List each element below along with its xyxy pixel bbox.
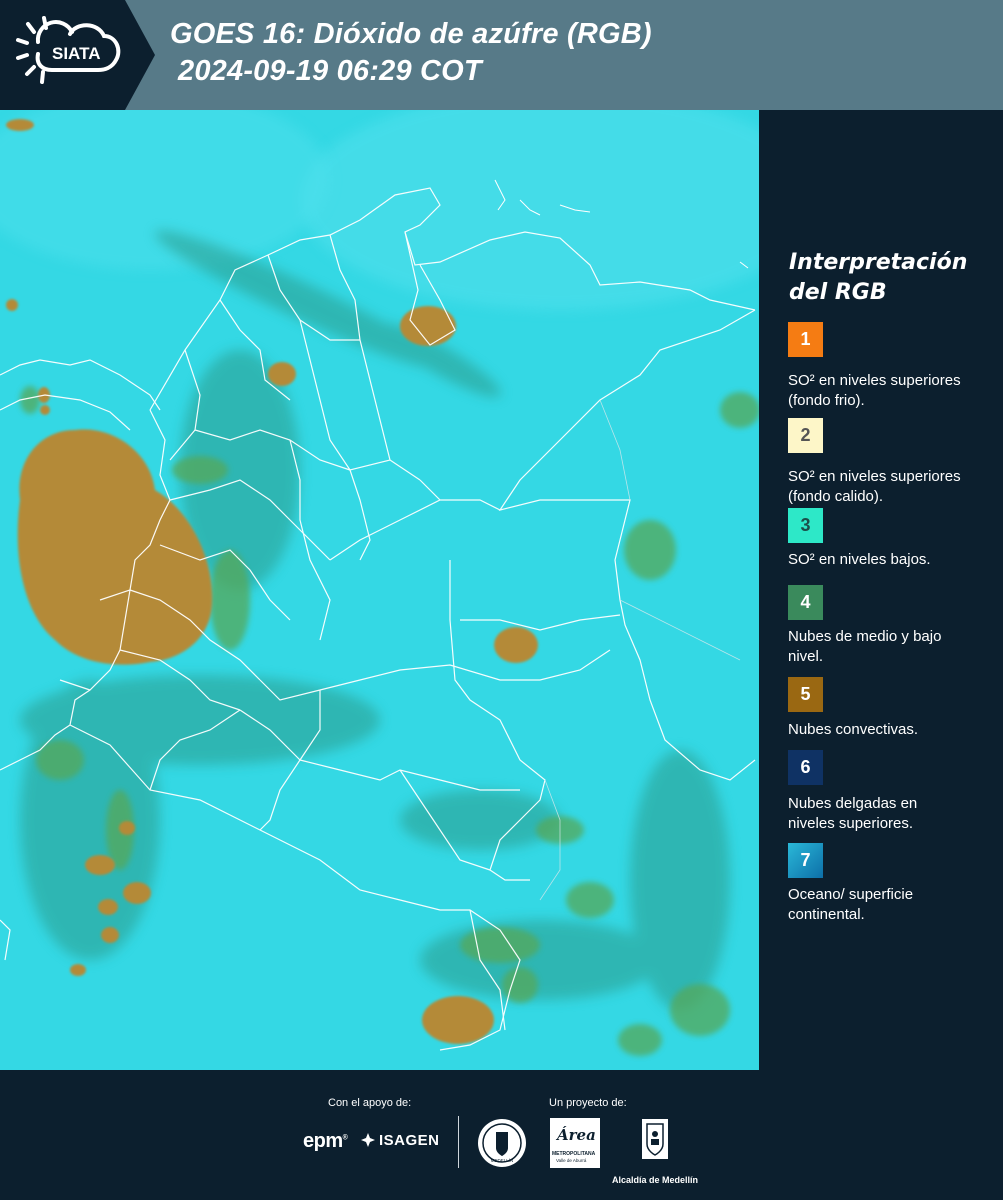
isagen-logo: ISAGEN (360, 1132, 440, 1149)
legend-swatch-2: 2 (788, 418, 823, 453)
footer-divider (458, 1116, 459, 1168)
legend-label-2: SO² en niveles superiores (fondo calido)… (788, 468, 961, 505)
map-image (0, 110, 759, 1070)
isagen-mark-icon (361, 1133, 375, 1147)
legend-swatch-6: 6 (788, 750, 823, 785)
area-metropolitana-logo: Área METROPOLITANA Valle de Aburrá (550, 1118, 600, 1168)
legend-label-7: Oceano/ superficie continental. (788, 886, 914, 923)
legend-label-3: SO² en niveles bajos. (788, 551, 931, 568)
legend-swatch-1: 1 (788, 322, 823, 357)
seal-text: MEDELLÍN (491, 1157, 514, 1163)
legend-label-6: Nubes delgadas en niveles superiores. (788, 795, 918, 832)
legend-label-4: Nubes de medio y bajo nivel. (788, 628, 942, 665)
legend-title: Interpretación del RGB (789, 248, 967, 308)
legend-item-2: 2 SO² en niveles superiores (fondo calid… (788, 418, 988, 507)
project-caption: Un proyecto de: (549, 1097, 627, 1109)
footer: Con el apoyo de: Un proyecto de: epm® IS… (0, 1070, 1003, 1200)
epm-logo-text: epm (303, 1130, 343, 1152)
legend-item-6: 6 Nubes delgadas en niveles superiores. (788, 750, 988, 834)
support-caption: Con el apoyo de: (328, 1097, 412, 1109)
area-logo-text: Área (557, 1126, 596, 1144)
legend-item-5: 5 Nubes convectivas. (788, 677, 988, 740)
title-line-2: 2024-09-19 06:29 COT (178, 55, 482, 87)
legend-label-5: Nubes convectivas. (788, 721, 919, 738)
epm-logo: epm® (303, 1130, 348, 1152)
legend-title-line-1: Interpretación (789, 250, 968, 275)
siata-logo-icon: SIATA (16, 16, 121, 84)
area-logo-subtext-2: Valle de Aburrá (556, 1158, 587, 1163)
alcaldia-caption: Alcaldía de Medellín (612, 1175, 699, 1185)
header-bar: SIATA GOES 16: Dióxido de azúfre (RGB) 2… (0, 0, 1003, 110)
isagen-logo-text: ISAGEN (379, 1132, 440, 1149)
legend-item-1: 1 SO² en niveles superiores (fondo frio)… (788, 322, 988, 411)
area-logo-subtext: METROPOLITANA (552, 1151, 596, 1157)
legend-item-7: 7 Oceano/ superficie continental. (788, 843, 988, 925)
legend-title-line-2: del RGB (789, 280, 887, 305)
satellite-map (0, 110, 759, 1070)
logo-text: SIATA (52, 44, 100, 63)
legend-item-3: 3 SO² en niveles bajos. (788, 508, 988, 570)
alcaldia-crest-icon (642, 1119, 668, 1159)
legend-panel: Interpretación del RGB 1 SO² en niveles … (759, 110, 1003, 1070)
page-title: GOES 16: Dióxido de azúfre (RGB) 2024-09… (170, 16, 652, 90)
legend-swatch-7: 7 (788, 843, 823, 878)
legend-swatch-5: 5 (788, 677, 823, 712)
title-line-1: GOES 16: Dióxido de azúfre (RGB) (170, 18, 652, 50)
legend-swatch-3: 3 (788, 508, 823, 543)
legend-label-1: SO² en niveles superiores (fondo frio). (788, 372, 961, 409)
legend-swatch-4: 4 (788, 585, 823, 620)
medellin-seal-icon: MEDELLÍN (478, 1119, 526, 1167)
legend-item-4: 4 Nubes de medio y bajo nivel. (788, 585, 988, 667)
